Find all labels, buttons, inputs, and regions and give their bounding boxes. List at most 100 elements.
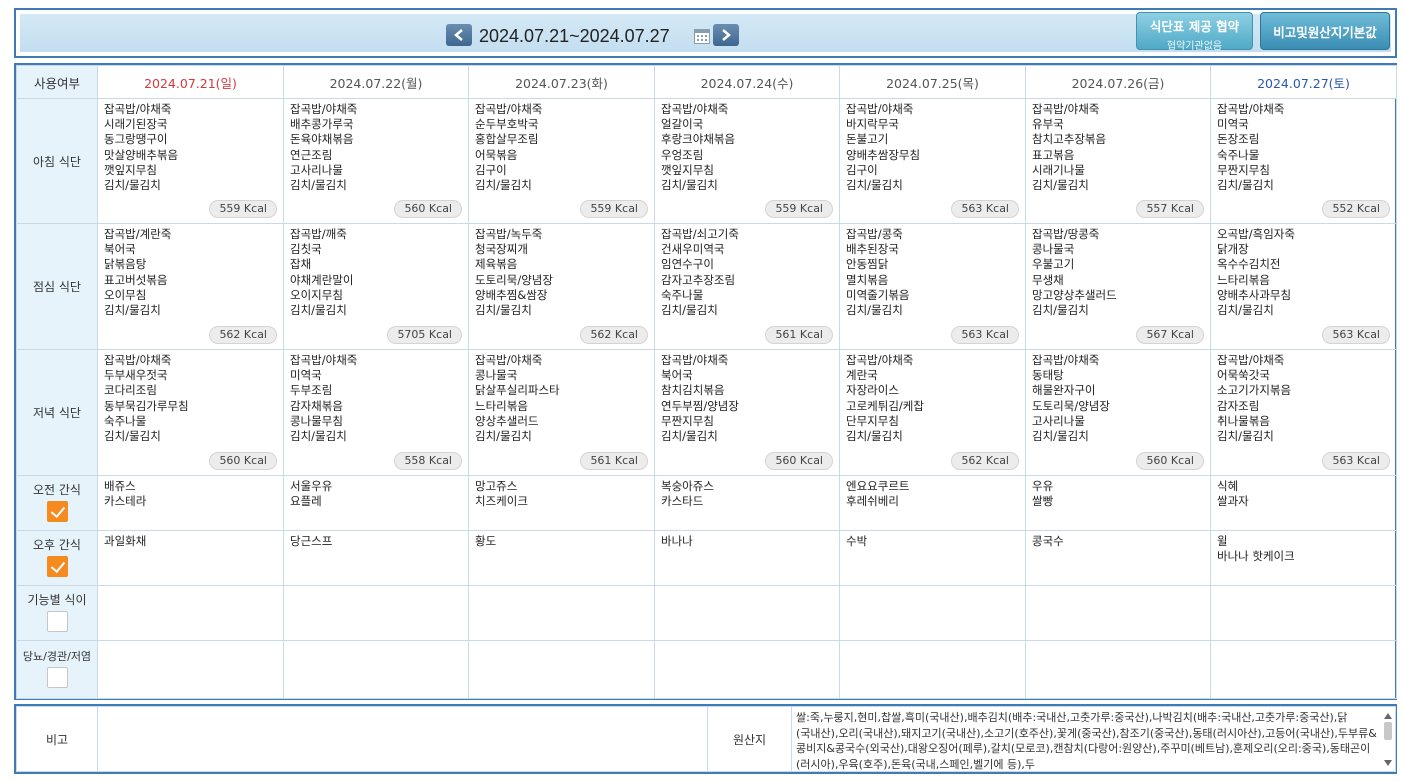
menu-cell[interactable]: 잡곡밥/야채죽 배추콩가루국 돈육야채볶음 연근조림 고사리나물 김치/물김치 560 Kc… [283,98,469,224]
menu-cell[interactable]: 과일화채 [97,530,284,586]
menu-cell[interactable]: 잡곡밥/야채죽 어묵쑥갓국 소고기가지볶음 감자조림 취나물볶음 김치/물김치 563 Kc… [1210,349,1397,476]
menu-cell[interactable]: 잡곡밥/쇠고기죽 건새우미역국 임연수구이 감자고추장조림 숙주나물 김치/물김치 561 … [654,223,840,350]
menu-cell[interactable]: 잡곡밥/야채죽 콩나물국 닭살푸실리파스타 느타리볶음 양상추샐러드 김치/물김치 561 … [468,349,655,476]
menu-cell[interactable]: 잡곡밥/야채죽 두부새우젓국 코다리조림 동부묵김가루무침 숙주나물 김치/물김치 560 … [97,349,284,476]
menu-cell[interactable] [654,585,840,641]
menu-provide-agreement-button[interactable]: 식단표 제공 협약 협약기관없음 [1136,12,1253,52]
menu-cell[interactable]: 잡곡밥/야채죽 바지락무국 돈불고기 양배추쌈장무침 김구이 김치/물김치 563 Kcal [839,98,1026,224]
menu-item: 잡곡밥/야채죽 [1217,353,1285,367]
menu-cell[interactable] [839,640,1026,699]
usage-checkbox[interactable] [46,611,68,632]
menu-cell[interactable]: 복숭아쥬스 카스타드 [654,475,840,531]
usage-checkbox[interactable] [46,501,68,522]
menu-cell[interactable]: 잡곡밥/녹두죽 청국장찌개 제육볶음 도토리묵/양념장 양배추찜&쌈장 김치/물김치 562… [468,223,655,350]
menu-cell[interactable]: 잡곡밥/야채죽 동태탕 해물완자구이 도토리묵/양념장 고사리나물 김치/물김치 560 K… [1025,349,1211,476]
menu-cell[interactable] [654,640,840,699]
menu-item: 잡곡밥/깨죽 [290,227,347,241]
menu-cell[interactable] [468,585,655,641]
menu-item: 어묵볶음 [475,147,518,162]
menu-cell[interactable]: 잡곡밥/야채죽 북어국 참치김치볶음 연두부찜/양념장 무짠지무침 김치/물김치 560 K… [654,349,840,476]
menu-item: 잡곡밥/야채죽 [290,102,358,116]
menu-item: 김치/물김치 [290,303,347,318]
menu-items: 바나나 [655,531,839,549]
menu-cell[interactable]: 윌 바나나 핫케이크 [1210,530,1397,586]
menu-cell[interactable]: 잡곡밥/땅콩죽 콩나물국 우불고기 무생채 망고양상추샐러드 김치/물김치 567 Kcal [1025,223,1211,350]
menu-cell[interactable]: 잡곡밥/콩죽 배추된장국 안동찜닭 멸치볶음 미역줄기볶음 김치/물김치 563 Kcal [839,223,1026,350]
menu-cell[interactable]: 잡곡밥/야채죽 순두부호박국 홍합살무조림 어묵볶음 김구이 김치/물김치 559 Kcal [468,98,655,224]
meal-type-label: 저녁 식단 [33,406,81,420]
menu-item: 요플레 [290,494,322,509]
menu-items: 우유 쌀빵 [1026,476,1210,509]
menu-item: 잡곡밥/야채죽 [475,102,543,116]
menu-item: 참치고추장볶음 [1032,132,1107,147]
scroll-thumb[interactable] [1384,722,1392,740]
menu-cell[interactable]: 잡곡밥/야채죽 계란국 자장라이스 고로케튀김/케찹 단무지무침 김치/물김치 562 Kc… [839,349,1026,476]
menu-cell[interactable] [283,585,469,641]
menu-cell[interactable] [1210,640,1397,699]
menu-item: 자장라이스 [846,383,899,398]
menu-item: 잡채 [290,257,312,272]
meal-type-label: 오후 간식 [33,538,81,552]
menu-items [655,586,839,589]
menu-items [1211,641,1396,644]
menu-cell[interactable]: 식혜 쌀과자 [1210,475,1397,531]
menu-cell[interactable] [97,640,284,699]
menu-cell[interactable] [97,585,284,641]
menu-cell[interactable]: 서울우유 요플레 [283,475,469,531]
menu-item: 잡곡밥/야채죽 [1217,102,1285,116]
menu-item: 김치/물김치 [475,303,532,318]
menu-items: 콩국수 [1026,531,1210,549]
menu-cell[interactable]: 잡곡밥/깨죽 김칫국 잡채 야채계란말이 오이지무침 김치/물김치 5705 Kcal [283,223,469,350]
kcal-badge: 559 Kcal [580,200,648,218]
origin-scrollbar[interactable] [1382,708,1394,770]
next-week-button[interactable] [713,24,739,46]
menu-cell[interactable]: 수박 [839,530,1026,586]
menu-item: 배쥬스 [104,479,136,493]
usage-checkbox[interactable] [46,556,68,577]
day-header: 2024.07.21(일) [97,65,284,99]
menu-cell[interactable]: 배쥬스 카스테라 [97,475,284,531]
menu-items: 망고쥬스 치즈케이크 [469,476,654,509]
menu-cell[interactable]: 콩국수 [1025,530,1211,586]
menu-cell[interactable]: 오곡밥/흑임자죽 닭개장 옥수수김치전 느타리볶음 양배추사과무침 김치/물김치 563 K… [1210,223,1397,350]
menu-cell[interactable] [1025,585,1211,641]
menu-items: 잡곡밥/깨죽 김칫국 잡채 야채계란말이 오이지무침 김치/물김치 [284,224,468,318]
menu-items: 잡곡밥/계란죽 북어국 닭볶음탕 표고버섯볶음 오이무침 김치/물김치 [98,224,283,318]
menu-item: 잡곡밥/땅콩죽 [1032,227,1100,241]
menu-cell[interactable]: 당근스프 [283,530,469,586]
menu-cell[interactable]: 잡곡밥/계란죽 북어국 닭볶음탕 표고버섯볶음 오이무침 김치/물김치 562 Kcal [97,223,284,350]
calendar-icon[interactable] [694,29,710,44]
menu-cell[interactable]: 우유 쌀빵 [1025,475,1211,531]
origin-textarea[interactable]: 쌀:죽,누룽지,현미,찹쌀,흑미(국내산),배추김치(배추:국내산,고춧가루:중… [791,706,1396,772]
menu-item: 잡곡밥/계란죽 [104,227,172,241]
remarks-field[interactable] [97,706,708,772]
day-header: 2024.07.26(금) [1025,65,1211,99]
menu-cell[interactable] [1210,585,1397,641]
menu-cell[interactable]: 엔요요쿠르트 후레쉬베리 [839,475,1026,531]
menu-items: 잡곡밥/야채죽 북어국 참치김치볶음 연두부찜/양념장 무짠지무침 김치/물김치 [655,350,839,444]
menu-item: 임연수구이 [661,257,714,272]
menu-cell[interactable]: 망고쥬스 치즈케이크 [468,475,655,531]
menu-items: 복숭아쥬스 카스타드 [655,476,839,509]
menu-cell[interactable]: 바나나 [654,530,840,586]
menu-cell[interactable]: 잡곡밥/야채죽 미역국 두부조림 감자채볶음 콩나물무침 김치/물김치 558 Kcal [283,349,469,476]
usage-checkbox[interactable] [46,667,68,688]
menu-cell[interactable]: 황도 [468,530,655,586]
menu-cell[interactable] [468,640,655,699]
prev-week-button[interactable] [446,24,472,46]
menu-cell[interactable]: 잡곡밥/야채죽 얼갈이국 후랑크야채볶음 우엉조림 깻잎지무침 김치/물김치 559 Kca… [654,98,840,224]
menu-item: 우불고기 [1032,257,1075,272]
kcal-badge: 560 Kcal [765,452,833,470]
scroll-down-arrow-icon[interactable] [1384,760,1392,766]
menu-cell[interactable]: 잡곡밥/야채죽 유부국 참치고추장볶음 표고볶음 시래기나물 김치/물김치 557 Kcal [1025,98,1211,224]
menu-cell[interactable] [1025,640,1211,699]
menu-cell[interactable] [283,640,469,699]
menu-cell[interactable] [839,585,1026,641]
remarks-origin-defaults-button[interactable]: 비고및원산지기본값 [1260,12,1390,50]
menu-item: 잡곡밥/녹두죽 [475,227,543,241]
menu-cell[interactable]: 잡곡밥/야채죽 미역국 돈장조림 숙주나물 무짠지무침 김치/물김치 552 Kcal [1210,98,1397,224]
menu-item: 김치/물김치 [1217,178,1274,193]
scroll-up-arrow-icon[interactable] [1384,713,1392,719]
menu-item: 돈육야채볶음 [290,132,354,147]
menu-cell[interactable]: 잡곡밥/야채죽 시래기된장국 동그랑땡구이 맛살양배추볶음 깻잎지무침 김치/물김치 559… [97,98,284,224]
